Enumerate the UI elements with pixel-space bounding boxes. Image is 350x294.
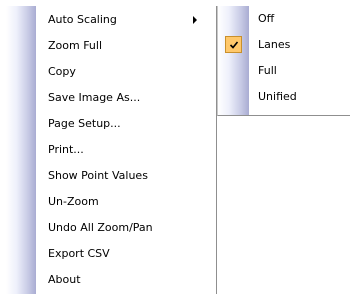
context-menu: Auto Scaling Zoom Full Copy Save Image A…	[6, 6, 217, 294]
menu-item-un-zoom[interactable]: Un-Zoom	[6, 189, 216, 215]
submenu-arrow-icon	[193, 16, 197, 24]
menu-item-label: Export CSV	[48, 247, 110, 260]
menu-item-export-csv[interactable]: Export CSV	[6, 241, 216, 267]
menu-item-copy[interactable]: Copy	[6, 59, 216, 85]
submenu-items: Off Lanes Full Unified	[218, 6, 350, 110]
menu-item-label: Show Point Values	[48, 169, 148, 182]
menu-item-show-point-values[interactable]: Show Point Values	[6, 163, 216, 189]
menu-item-label: Print...	[48, 143, 84, 156]
menu-item-undo-all-zoom-pan[interactable]: Undo All Zoom/Pan	[6, 215, 216, 241]
submenu-item-label: Full	[258, 64, 277, 77]
menu-item-about[interactable]: About	[6, 267, 216, 293]
menu-item-label: Undo All Zoom/Pan	[48, 221, 153, 234]
submenu-item-label: Unified	[258, 90, 297, 103]
check-icon	[229, 41, 239, 49]
screenshot-canvas: Auto Scaling Zoom Full Copy Save Image A…	[0, 0, 350, 294]
menu-item-label: Auto Scaling	[48, 13, 117, 26]
menu-item-save-image-as[interactable]: Save Image As...	[6, 85, 216, 111]
submenu-item-lanes[interactable]: Lanes	[218, 32, 350, 58]
context-menu-items: Auto Scaling Zoom Full Copy Save Image A…	[6, 7, 216, 293]
menu-item-page-setup[interactable]: Page Setup...	[6, 111, 216, 137]
menu-item-zoom-full[interactable]: Zoom Full	[6, 33, 216, 59]
menu-item-label: Page Setup...	[48, 117, 121, 130]
auto-scaling-submenu: Off Lanes Full Unified	[217, 6, 350, 116]
checked-indicator	[225, 36, 242, 53]
menu-item-auto-scaling[interactable]: Auto Scaling	[6, 7, 216, 33]
menu-item-label: Un-Zoom	[48, 195, 99, 208]
menu-item-label: About	[48, 273, 81, 286]
menu-item-label: Save Image As...	[48, 91, 141, 104]
submenu-item-label: Lanes	[258, 38, 291, 51]
menu-item-label: Zoom Full	[48, 39, 103, 52]
submenu-item-label: Off	[258, 12, 275, 25]
submenu-item-full[interactable]: Full	[218, 58, 350, 84]
menu-item-print[interactable]: Print...	[6, 137, 216, 163]
submenu-item-off[interactable]: Off	[218, 6, 350, 32]
menu-item-label: Copy	[48, 65, 76, 78]
submenu-item-unified[interactable]: Unified	[218, 84, 350, 110]
